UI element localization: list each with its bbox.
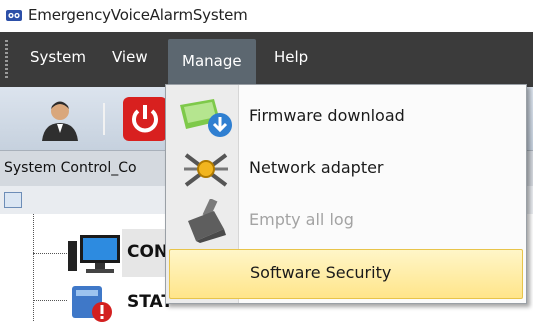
- title-bar: EmergencyVoiceAlarmSystem: [0, 0, 533, 32]
- menu-item-label: Software Security: [250, 263, 392, 282]
- menu-item-firmware-download[interactable]: Firmware download: [169, 93, 521, 141]
- menu-bar: System View Manage Help: [0, 32, 533, 87]
- menu-item-label: Network adapter: [249, 158, 384, 177]
- tree-branch: [33, 253, 67, 254]
- tree-node-label[interactable]: CON: [127, 242, 168, 262]
- power-icon: [132, 105, 158, 133]
- panel-view-icon[interactable]: [4, 192, 22, 208]
- menu-item-network-adapter[interactable]: Network adapter: [169, 145, 521, 193]
- menubar-grip[interactable]: [5, 40, 8, 78]
- window-title: EmergencyVoiceAlarmSystem: [28, 6, 248, 24]
- firmware-download-icon: [180, 99, 232, 137]
- manage-dropdown-menu: Firmware download Network adapter Empty …: [165, 84, 527, 304]
- power-button[interactable]: [123, 97, 167, 141]
- broom-icon: [188, 199, 226, 243]
- tree-line: [33, 214, 34, 321]
- toolbar-separator: [103, 103, 105, 135]
- menu-system[interactable]: System: [30, 48, 86, 66]
- menu-item-label: Empty all log: [249, 210, 354, 229]
- status-alert-icon[interactable]: [68, 282, 114, 322]
- menu-item-software-security[interactable]: Software Security: [169, 249, 523, 299]
- menu-item-empty-all-log[interactable]: Empty all log: [169, 197, 521, 245]
- menu-view[interactable]: View: [112, 48, 148, 66]
- panel-title: System Control_Co: [4, 160, 137, 176]
- tree-branch: [33, 300, 67, 301]
- app-icon: [6, 10, 22, 21]
- menu-help[interactable]: Help: [274, 48, 308, 66]
- user-icon[interactable]: [38, 97, 82, 141]
- computer-icon[interactable]: [68, 233, 124, 275]
- menu-item-label: Firmware download: [249, 106, 405, 125]
- menu-manage[interactable]: Manage: [168, 39, 256, 87]
- network-adapter-icon: [184, 153, 228, 187]
